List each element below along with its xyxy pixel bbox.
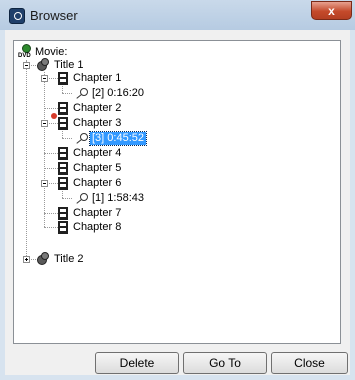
client-area: DVD Movie: Title 1 Chapter 1 [2] 0:16:20… [5,30,350,375]
film-icon [58,72,68,85]
tree-item-title-2[interactable]: Title 2 [54,253,84,266]
expand-icon[interactable] [23,256,30,263]
app-icon [9,8,25,24]
go-to-button[interactable]: Go To [183,352,267,374]
timestamp-icon [75,192,90,205]
tree-line [44,227,58,228]
timestamp-icon [75,132,90,145]
timestamp-icon [75,87,90,100]
tree-item-chapter-8[interactable]: Chapter 8 [73,221,121,234]
tree-line [62,84,63,93]
tree-line [62,189,63,198]
tree-item-chapter-1[interactable]: Chapter 1 [73,72,121,85]
film-icon [58,207,68,220]
film-icon [58,162,68,175]
tree-line [44,108,58,109]
collapse-icon[interactable] [41,120,48,127]
close-button[interactable]: Close [271,352,348,374]
browser-window: Browser x DVD Movie: Title 1 Chapter 1 [… [0,0,355,380]
tree-item-chapter-6[interactable]: Chapter 6 [73,177,121,190]
tree-line [62,129,63,138]
tree-line [44,168,58,169]
tree-line [44,72,45,227]
tree-item-chapter-4[interactable]: Chapter 4 [73,147,121,160]
title-bar[interactable]: Browser x [0,0,355,30]
film-icon [58,117,68,130]
tree-item-timestamp[interactable]: [1] 1:58:43 [92,192,144,205]
tree-line [62,93,72,94]
film-icon [58,102,68,115]
dvd-icon: DVD [18,44,32,60]
title-icon [36,58,50,71]
tree-item-chapter-5[interactable]: Chapter 5 [73,162,121,175]
tree-item-chapter-3[interactable]: Chapter 3 [73,117,121,130]
tree-line [26,60,27,260]
window-close-button[interactable]: x [311,1,352,20]
collapse-icon[interactable] [23,62,30,69]
chapter-tree[interactable]: DVD Movie: Title 1 Chapter 1 [2] 0:16:20… [13,40,341,344]
title-icon [36,252,50,265]
tree-line [62,138,72,139]
film-icon [58,147,68,160]
tree-line [62,198,72,199]
film-icon [58,221,68,234]
window-title: Browser [30,8,78,23]
tree-item-timestamp-selected[interactable]: [3] 0:45:52 [89,131,147,146]
tree-line [44,213,58,214]
collapse-icon[interactable] [41,180,48,187]
marker-icon [51,113,57,119]
delete-button[interactable]: Delete [95,352,179,374]
tree-item-chapter-7[interactable]: Chapter 7 [73,207,121,220]
tree-item-timestamp[interactable]: [2] 0:16:20 [92,87,144,100]
tree-item-title-1[interactable]: Title 1 [54,59,84,72]
film-icon [58,177,68,190]
collapse-icon[interactable] [41,75,48,82]
tree-line [44,153,58,154]
tree-item-chapter-2[interactable]: Chapter 2 [73,102,121,115]
